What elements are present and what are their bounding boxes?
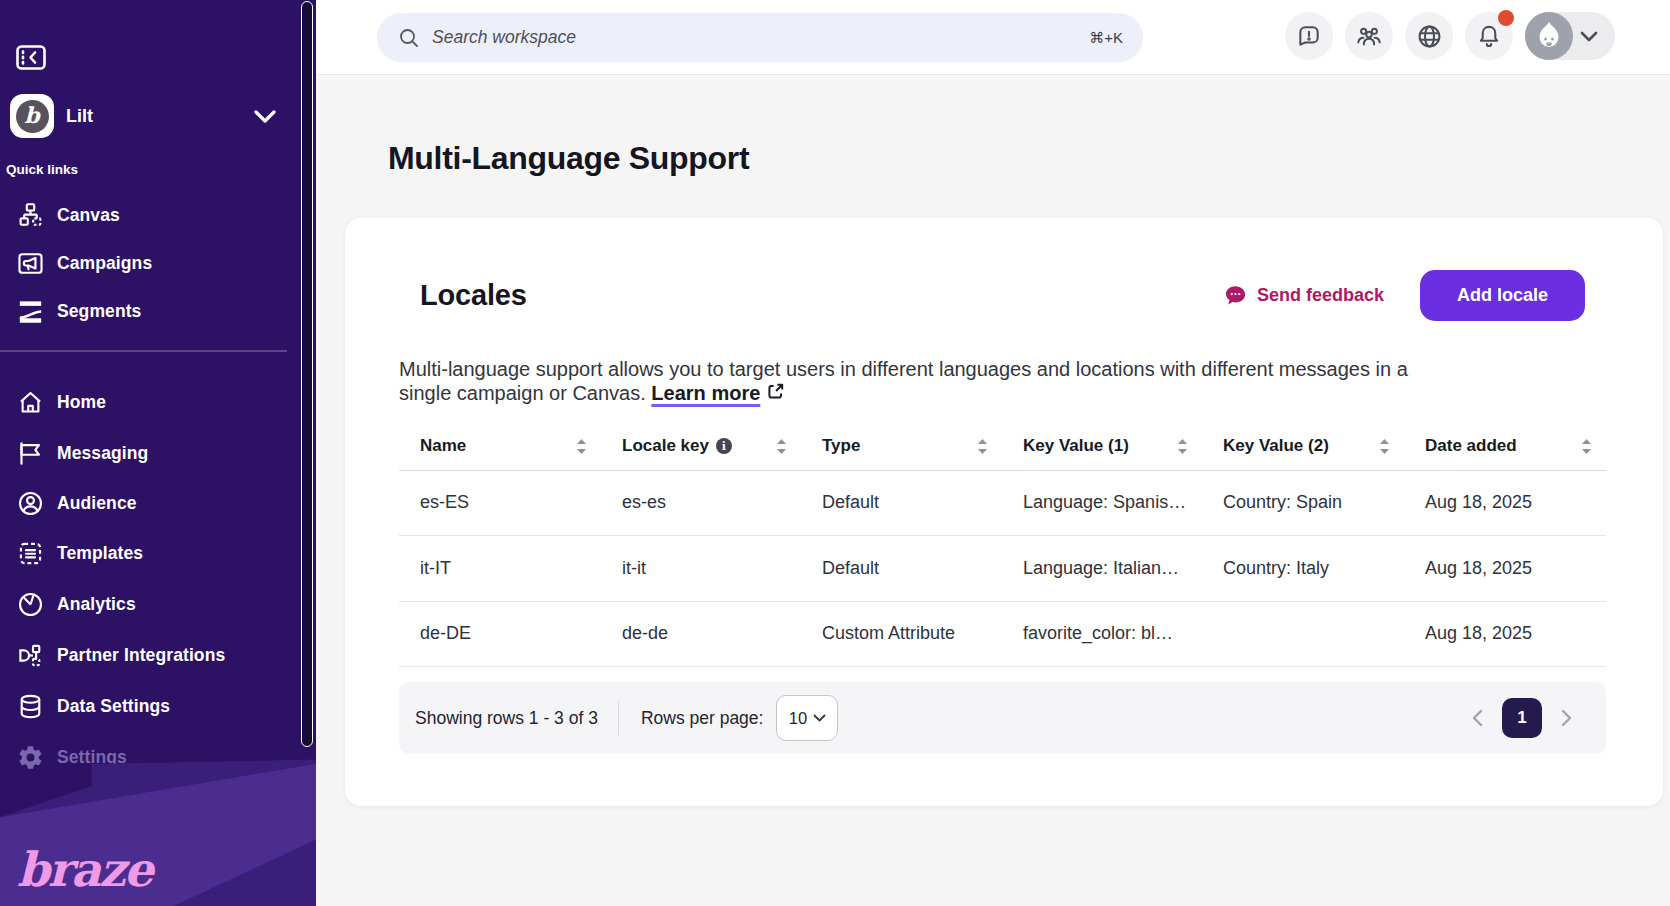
people-icon [1355,22,1383,50]
topbar: ⌘+K [316,0,1670,75]
sidebar-item-messaging[interactable]: Messaging [0,433,300,473]
sort-icon[interactable] [977,438,988,455]
workspace-switcher[interactable]: b Lilt [10,93,290,139]
learn-more-link[interactable]: Learn more [651,382,760,404]
sidebar-item-templates[interactable]: Templates [0,533,300,573]
main-content: ⌘+K [316,0,1670,906]
add-locale-button[interactable]: Add locale [1420,270,1585,321]
footer-divider [618,701,619,735]
card-description: Multi-language support allows you to tar… [399,357,1614,405]
search-shortcut: ⌘+K [1089,29,1123,47]
sort-icon[interactable] [1177,438,1188,455]
globe-icon [1416,23,1443,50]
notification-badge [1498,10,1514,26]
external-link-icon [765,381,786,402]
page-title: Multi-Language Support [388,140,749,177]
braze-wordmark: braze [17,842,152,897]
locales-table: Name Locale key i Type Key Value (1) Key… [399,423,1606,667]
locales-heading: Locales [420,279,527,312]
sort-icon[interactable] [1379,438,1390,455]
home-icon [17,389,44,416]
avatar [1525,12,1573,60]
rows-per-page-label: Rows per page: [641,708,764,729]
chevron-down-icon [1580,31,1598,42]
workspace-search[interactable]: ⌘+K [377,13,1143,62]
search-input[interactable] [432,27,1089,48]
sidebar-item-segments[interactable]: Segments [0,291,300,331]
audience-icon [17,490,44,517]
column-header-type: Type [801,423,1002,470]
canvas-icon [17,202,44,229]
send-feedback-button[interactable]: Send feedback [1223,283,1384,308]
column-header-key-value-2: Key Value (2) [1202,423,1404,470]
quick-links-label: Quick links [6,162,78,177]
table-row: it-IT it-it Default Language: Italian… C… [399,536,1606,602]
campaigns-icon [17,250,44,277]
column-header-key-value-1: Key Value (1) [1002,423,1202,470]
locales-card: Locales Send feedback Add locale Multi-l… [345,218,1663,806]
column-header-locale-key: Locale key i [601,423,801,470]
feedback-alert-button[interactable] [1285,12,1333,60]
messaging-icon [17,440,44,467]
search-icon [398,27,420,49]
sidebar-divider [0,350,287,352]
previous-page-button[interactable] [1472,709,1483,727]
sidebar-collapse-button[interactable] [16,45,46,70]
sidebar-item-campaigns[interactable]: Campaigns [0,243,300,283]
info-icon[interactable]: i [716,438,732,454]
templates-icon [17,540,44,567]
teams-button[interactable] [1345,12,1393,60]
mascot-avatar-icon [1536,21,1562,51]
workspace-logo: b [10,94,54,138]
sort-icon[interactable] [576,438,587,455]
segments-icon [17,298,44,325]
bell-icon [1476,23,1502,49]
table-row: de-DE de-de Custom Attribute favorite_co… [399,601,1606,667]
chevron-left-icon [1472,709,1483,727]
sidebar-scrollbar[interactable] [301,1,313,747]
chat-bubble-icon [1223,283,1248,308]
chevron-down-icon [813,714,826,722]
sort-icon[interactable] [776,438,787,455]
braze-b-mark: b [16,100,49,133]
alert-bubble-icon [1296,23,1322,49]
sidebar-item-analytics[interactable]: Analytics [0,584,300,624]
sidebar-item-partner-integrations[interactable]: Partner Integrations [0,635,300,675]
sidebar-item-audience[interactable]: Audience [0,483,300,523]
column-header-name: Name [399,423,601,470]
notifications-button[interactable] [1465,12,1513,60]
rows-per-page-select[interactable]: 10 [776,695,838,741]
sidebar-item-home[interactable]: Home [0,382,300,422]
showing-rows-text: Showing rows 1 - 3 of 3 [415,708,598,729]
next-page-button[interactable] [1561,709,1572,727]
account-menu[interactable] [1525,12,1615,60]
sidebar-item-canvas[interactable]: Canvas [0,195,300,235]
analytics-icon [17,591,44,618]
page-number-current[interactable]: 1 [1502,698,1542,738]
chevron-right-icon [1561,709,1572,727]
pagination: 1 [1472,698,1572,738]
table-row: es-ES es-es Default Language: Spanis… Co… [399,470,1606,536]
data-settings-icon [17,693,44,720]
partner-integrations-icon [17,642,44,669]
collapse-sidebar-icon [16,45,46,70]
sidebar: b Lilt Quick links Canvas Campaigns [0,0,316,906]
column-header-date-added: Date added [1404,423,1606,470]
sidebar-item-data-settings[interactable]: Data Settings [0,686,300,726]
workspace-name: Lilt [66,106,93,127]
locale-button[interactable] [1405,12,1453,60]
table-footer: Showing rows 1 - 3 of 3 Rows per page: 1… [399,682,1606,754]
chevron-down-icon [254,110,276,123]
sort-icon[interactable] [1581,438,1592,455]
